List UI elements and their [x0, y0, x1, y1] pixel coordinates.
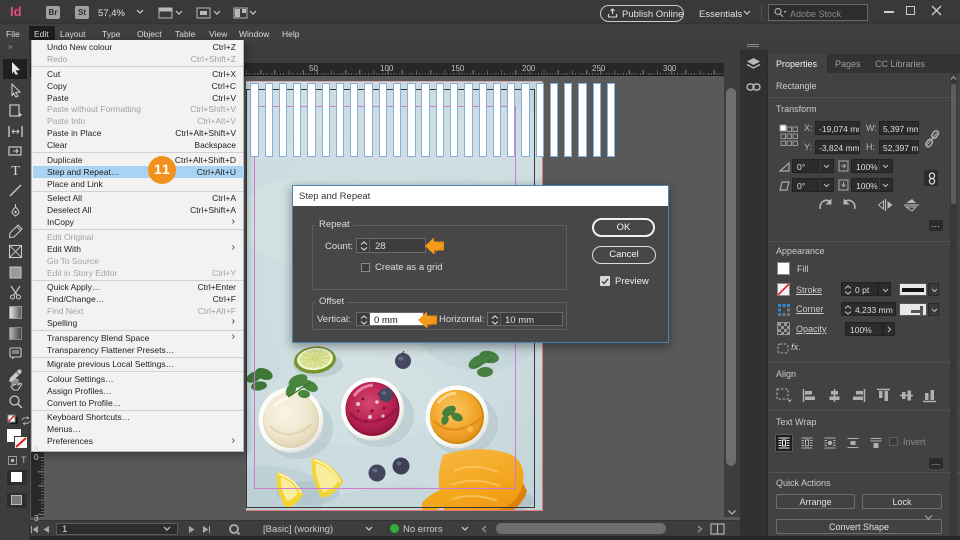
svg-text:T: T — [11, 164, 20, 177]
